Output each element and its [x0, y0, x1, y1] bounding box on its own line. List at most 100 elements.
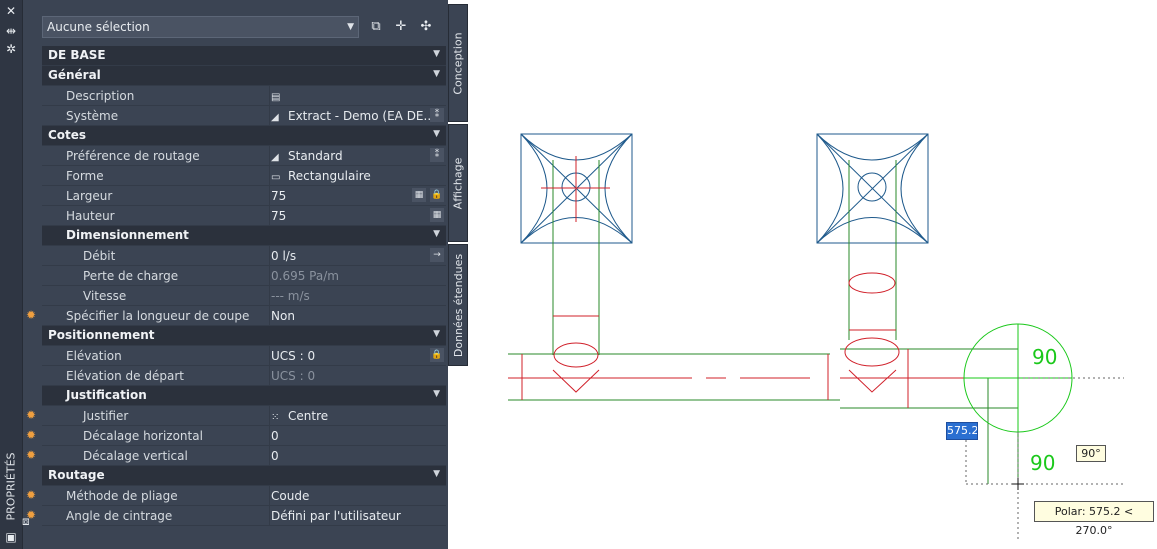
compass-label-bottom: 90 [1030, 451, 1055, 475]
property-value-icon: ▤ [271, 92, 281, 103]
gear-icon[interactable]: ✲ [4, 42, 18, 56]
property-row[interactable]: ✹ Décalage horizontal 0 [26, 426, 447, 446]
property-row[interactable]: Perte de charge 0.695 Pa/m [42, 266, 447, 286]
category-justification[interactable]: Justification ▼ [42, 386, 446, 406]
property-row[interactable]: Description ▤ [42, 86, 447, 106]
tab-affichage[interactable]: Affichage [448, 124, 468, 242]
property-value-icon: ▭ [271, 172, 281, 183]
selection-dropdown[interactable]: Aucune sélection ▼ [42, 16, 359, 38]
property-value: UCS : 0 [271, 369, 315, 383]
property-value[interactable]: ◢ Extract - Demo (EA DE... [271, 109, 435, 123]
palette-content: Aucune sélection ▼ ⧉ ✛ ✣ DE BASE ▼ Général… [26, 6, 447, 546]
property-value[interactable]: 0 [271, 449, 279, 463]
category-label: Justification [66, 388, 147, 402]
property-row[interactable]: ✹ Justifier ⁙ Centre [26, 406, 447, 426]
property-value[interactable]: Coude [271, 489, 309, 503]
property-action-icon[interactable]: ▦ [412, 188, 426, 202]
chevron-down-icon[interactable]: ▼ [433, 229, 440, 239]
property-label: Forme [66, 169, 104, 183]
quick-select-icon[interactable]: ✣ [417, 18, 435, 36]
angle-tooltip: 90° [1076, 445, 1106, 462]
drawing-canvas[interactable]: 90 90 [468, 0, 1157, 549]
property-row[interactable]: ✹ Méthode de pliage Coude [26, 486, 447, 506]
category-cotes[interactable]: Cotes ▼ [42, 126, 446, 146]
select-objects-icon[interactable]: ✛ [392, 18, 410, 36]
chevron-down-icon[interactable]: ▼ [433, 469, 440, 479]
property-value[interactable]: Défini par l'utilisateur [271, 509, 401, 523]
close-icon[interactable]: ✕ [4, 4, 18, 18]
toggle-pickadd-icon[interactable]: ⧉ [367, 18, 385, 36]
selection-dropdown-value: Aucune sélection [47, 20, 150, 34]
property-value: 0.695 Pa/m [271, 269, 339, 283]
property-label: Préférence de routage [66, 149, 200, 163]
property-value-text: 75 [271, 209, 287, 223]
property-value-text: Extract - Demo (EA DE... [288, 109, 435, 123]
category-dimensionnement[interactable]: Dimensionnement ▼ [42, 226, 446, 246]
dynamic-property-icon: ✹ [26, 408, 37, 422]
property-row[interactable]: Débit 0 l/s → [42, 246, 447, 266]
property-value-text: UCS : 0 [271, 369, 316, 383]
property-row[interactable]: Largeur 75 ▦ 🔒 [42, 186, 447, 206]
property-row[interactable]: Préférence de routage ◢ Standard ⁑ [42, 146, 447, 166]
property-action-icon[interactable]: ⁑ [430, 148, 444, 162]
property-row[interactable]: ✹ Spécifier la longueur de coupe Non [26, 306, 447, 326]
property-value[interactable]: 0 [271, 429, 279, 443]
property-value[interactable]: 75 [271, 209, 286, 223]
property-label: Elévation de départ [66, 369, 184, 383]
property-label: Décalage horizontal [83, 429, 203, 443]
property-label: Hauteur [66, 209, 115, 223]
property-value-icon: ◢ [271, 112, 279, 123]
category-g-n-ral[interactable]: Général ▼ [42, 66, 446, 86]
property-action-icon[interactable]: ▦ [430, 208, 444, 222]
tab-affichage-label: Affichage [451, 157, 465, 210]
lock-icon[interactable]: 🔒 [430, 188, 444, 202]
property-value[interactable]: ▤ [271, 89, 288, 103]
compass-label-top: 90 [1032, 345, 1057, 369]
tab-conception[interactable]: Conception [448, 4, 468, 122]
category-routage[interactable]: Routage ▼ [42, 466, 446, 486]
property-row[interactable]: ✹ Décalage vertical 0 [26, 446, 447, 466]
property-value[interactable]: ◢ Standard [271, 149, 343, 163]
chevron-down-icon[interactable]: ▼ [433, 49, 440, 59]
property-row[interactable]: ✹ Angle de cintrage Défini par l'utilisate… [26, 506, 447, 526]
chevron-down-icon[interactable]: ▼ [433, 69, 440, 79]
diffuser-right [816, 133, 929, 244]
property-row[interactable]: Système ◢ Extract - Demo (EA DE... ⁑ [42, 106, 447, 126]
property-value-text: 75 [271, 189, 287, 203]
property-value[interactable]: Non [271, 309, 295, 323]
dimension-input-field[interactable]: 575.2 [946, 422, 979, 440]
property-value-text: 0 [271, 429, 279, 443]
property-value[interactable]: 0 l/s [271, 249, 296, 263]
palette-titlebar: ✕ ⇹ ✲ PROPRIÉTÉS ▣ [0, 0, 23, 549]
property-value[interactable]: 75 [271, 189, 286, 203]
property-label: Système [66, 109, 119, 123]
category-de-base[interactable]: DE BASE ▼ [42, 46, 446, 66]
category-label: Positionnement [48, 328, 155, 342]
chevron-down-icon[interactable]: ▼ [433, 329, 440, 339]
bottom-toolbar-icon[interactable]: ⧈ [22, 514, 30, 529]
property-value-text: Coude [271, 489, 310, 503]
tab-donnees-etendues[interactable]: Données étendues [448, 244, 468, 366]
property-value[interactable]: ⁙ Centre [271, 409, 328, 423]
autohide-icon[interactable]: ⇹ [4, 24, 18, 38]
category-positionnement[interactable]: Positionnement ▼ [42, 326, 446, 346]
property-row[interactable]: Forme ▭ Rectangulaire [42, 166, 447, 186]
property-label: Vitesse [83, 289, 127, 303]
category-label: DE BASE [48, 48, 106, 62]
chevron-down-icon[interactable]: ▼ [433, 389, 440, 399]
property-action-icon[interactable]: 🔒 [430, 348, 444, 362]
property-value[interactable]: ▭ Rectangulaire [271, 169, 371, 183]
property-action-icon[interactable]: ⁑ [430, 108, 444, 122]
category-label: Cotes [48, 128, 87, 142]
category-label: Dimensionnement [66, 228, 189, 242]
property-row[interactable]: Elévation de départ UCS : 0 [42, 366, 447, 386]
property-value[interactable]: UCS : 0 [271, 349, 315, 363]
property-row[interactable]: Hauteur 75 ▦ [42, 206, 447, 226]
category-label: Routage [48, 468, 105, 482]
dynamic-property-icon: ✹ [26, 428, 37, 442]
property-row[interactable]: Vitesse --- m/s [42, 286, 447, 306]
polar-tracking-tooltip: Polar: 575.2 < 270.0° [1034, 501, 1154, 537]
property-row[interactable]: Elévation UCS : 0 🔒 [42, 346, 447, 366]
property-action-icon[interactable]: → [430, 248, 444, 262]
chevron-down-icon[interactable]: ▼ [433, 129, 440, 139]
